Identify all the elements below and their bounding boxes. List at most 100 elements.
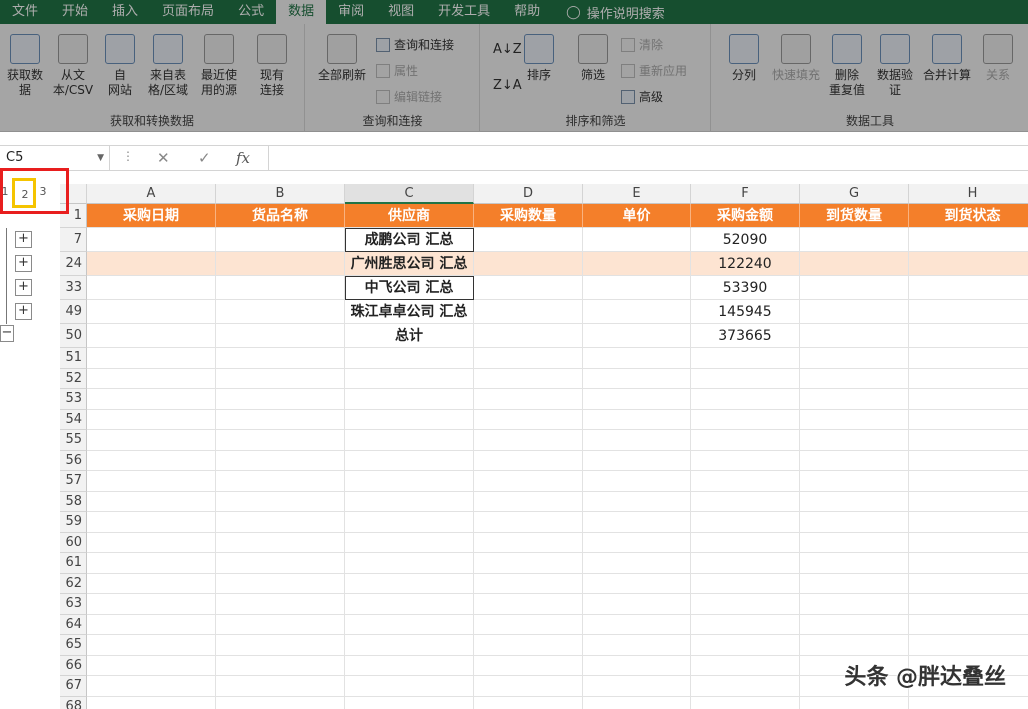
empty-cell[interactable]	[345, 553, 474, 574]
more-options-icon[interactable]: ⋮	[122, 149, 134, 163]
cell-e[interactable]	[583, 276, 691, 300]
empty-cell[interactable]	[216, 553, 345, 574]
empty-cell[interactable]	[800, 696, 909, 709]
empty-cell[interactable]	[583, 696, 691, 709]
from-table-button[interactable]: 来自表 格/区域	[143, 34, 193, 98]
amount-cell[interactable]: 373665	[691, 324, 800, 348]
empty-cell[interactable]	[583, 512, 691, 533]
empty-cell[interactable]	[87, 573, 216, 594]
from-web-button[interactable]: 自 网站	[100, 34, 140, 98]
row-header[interactable]: 63	[60, 594, 87, 615]
row-header[interactable]: 68	[60, 696, 87, 709]
empty-cell[interactable]	[691, 348, 800, 369]
tab-page-layout[interactable]: 页面布局	[150, 0, 226, 24]
empty-cell[interactable]	[474, 676, 583, 697]
cell-a[interactable]	[87, 228, 216, 252]
row-header[interactable]: 56	[60, 450, 87, 471]
collapse-group-button[interactable]: −	[0, 325, 14, 342]
empty-cell[interactable]	[87, 614, 216, 635]
column-header-f[interactable]: F	[691, 184, 800, 204]
cell-h[interactable]	[909, 276, 1028, 300]
tab-data[interactable]: 数据	[276, 0, 327, 24]
expand-group-button[interactable]: +	[15, 279, 32, 296]
row-header[interactable]: 64	[60, 614, 87, 635]
row-header[interactable]: 59	[60, 512, 87, 533]
sort-za-icon[interactable]: Z↓A	[493, 78, 522, 93]
empty-cell[interactable]	[216, 676, 345, 697]
empty-cell[interactable]	[345, 594, 474, 615]
tab-file[interactable]: 文件	[0, 0, 50, 24]
empty-cell[interactable]	[583, 450, 691, 471]
row-header[interactable]: 67	[60, 676, 87, 697]
empty-cell[interactable]	[691, 635, 800, 656]
empty-cell[interactable]	[87, 594, 216, 615]
empty-cell[interactable]	[474, 553, 583, 574]
from-text-button[interactable]: 从文 本/CSV	[50, 34, 96, 98]
empty-cell[interactable]	[345, 512, 474, 533]
empty-cell[interactable]	[800, 532, 909, 553]
cell-g[interactable]	[800, 276, 909, 300]
cell-g[interactable]	[800, 324, 909, 348]
empty-cell[interactable]	[800, 409, 909, 430]
empty-cell[interactable]	[87, 409, 216, 430]
amount-cell[interactable]: 52090	[691, 228, 800, 252]
empty-cell[interactable]	[87, 471, 216, 492]
amount-cell[interactable]: 122240	[691, 252, 800, 276]
cell-e[interactable]	[583, 324, 691, 348]
empty-cell[interactable]	[583, 368, 691, 389]
supplier-cell[interactable]: 成鹏公司 汇总	[345, 228, 474, 252]
empty-cell[interactable]	[87, 532, 216, 553]
empty-cell[interactable]	[87, 368, 216, 389]
empty-cell[interactable]	[345, 450, 474, 471]
empty-cell[interactable]	[800, 553, 909, 574]
flash-fill-button[interactable]: 快速填充	[766, 34, 826, 83]
cell-g[interactable]	[800, 252, 909, 276]
empty-cell[interactable]	[216, 655, 345, 676]
empty-cell[interactable]	[691, 676, 800, 697]
expand-group-button[interactable]: +	[15, 255, 32, 272]
empty-cell[interactable]	[800, 368, 909, 389]
cell-d[interactable]	[474, 276, 583, 300]
empty-cell[interactable]	[909, 492, 1028, 512]
cancel-icon[interactable]: ✕	[157, 149, 170, 167]
empty-cell[interactable]	[216, 389, 345, 410]
empty-cell[interactable]	[691, 532, 800, 553]
empty-cell[interactable]	[345, 655, 474, 676]
amount-cell[interactable]: 53390	[691, 276, 800, 300]
empty-cell[interactable]	[345, 348, 474, 369]
empty-cell[interactable]	[474, 409, 583, 430]
row-header[interactable]: 51	[60, 348, 87, 369]
empty-cell[interactable]	[691, 430, 800, 451]
properties-button[interactable]: 属性	[376, 62, 418, 79]
empty-cell[interactable]	[583, 655, 691, 676]
empty-cell[interactable]	[87, 696, 216, 709]
empty-cell[interactable]	[216, 491, 345, 512]
empty-cell[interactable]	[87, 676, 216, 697]
empty-cell[interactable]	[800, 430, 909, 451]
tab-insert[interactable]: 插入	[100, 0, 150, 24]
row-header[interactable]: 62	[60, 573, 87, 594]
cell-h[interactable]	[909, 300, 1028, 324]
row-header[interactable]: 49	[60, 300, 87, 324]
empty-cell[interactable]	[691, 409, 800, 430]
row-header[interactable]: 7	[60, 228, 87, 252]
cell-e[interactable]	[583, 228, 691, 252]
tell-me-search[interactable]: ◯ 操作说明搜索	[552, 3, 665, 22]
column-header-d[interactable]: D	[474, 184, 583, 204]
cell-d[interactable]	[474, 324, 583, 348]
empty-cell[interactable]	[216, 348, 345, 369]
expand-group-button[interactable]: +	[15, 231, 32, 248]
tab-help[interactable]: 帮助	[502, 0, 552, 24]
empty-cell[interactable]	[216, 594, 345, 615]
tab-view[interactable]: 视图	[376, 0, 426, 24]
empty-cell[interactable]	[691, 471, 800, 492]
empty-cell[interactable]	[345, 368, 474, 389]
empty-cell[interactable]	[474, 430, 583, 451]
empty-cell[interactable]	[216, 532, 345, 553]
empty-cell[interactable]	[474, 389, 583, 410]
empty-cell[interactable]	[583, 676, 691, 697]
filter-button[interactable]: 筛选	[573, 34, 613, 83]
empty-cell[interactable]	[474, 635, 583, 656]
empty-cell[interactable]	[87, 430, 216, 451]
empty-cell[interactable]	[909, 553, 1028, 574]
